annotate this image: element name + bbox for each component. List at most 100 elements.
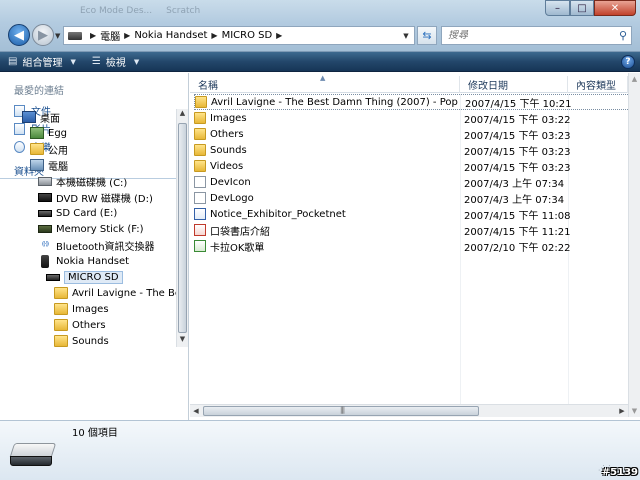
address-bar[interactable]: ▶ 電腦 ▶ Nokia Handset ▶ MICRO SD ▶ ▼ [63,26,415,45]
refresh-button[interactable]: ⇆ [417,26,437,45]
table-row[interactable]: DevIcon 2007/4/3 上午 07:34 [194,174,634,190]
scroll-down-arrow-icon[interactable]: ▼ [629,407,640,415]
scroll-up-arrow-icon[interactable]: ▲ [629,75,640,83]
table-row[interactable]: Images 2007/4/15 下午 03:22 [194,110,634,126]
background-windows: Eco Mode Des... Scratch [80,2,300,20]
folder-icon [194,112,206,124]
organize-icon: ▤ [8,56,18,67]
item-count: 10 個項目 [72,428,118,439]
scroll-left-arrow-icon[interactable]: ◀ [190,405,202,417]
file-modified-date: 2007/4/15 下午 03:23 [464,146,571,158]
table-row[interactable]: Videos 2007/4/15 下午 03:23 [194,158,634,174]
table-row[interactable]: 口袋書店介紹 2007/4/15 下午 11:21 [194,222,634,238]
table-row[interactable]: 卡拉OK歌單 2007/2/10 下午 02:22 [194,238,634,254]
window-controls: – □ ✕ [545,0,636,16]
table-row[interactable]: DevLogo 2007/4/3 上午 07:34 [194,190,634,206]
help-icon: ? [625,57,631,67]
tree-item[interactable]: Others [54,317,106,333]
tree-item-label: Sounds [72,335,109,347]
search-icon[interactable]: ⚲ [619,29,627,42]
tree-item[interactable]: DVD RW 磁碟機 (D:) [38,189,153,205]
file-list-vertical-scrollbar[interactable]: ▲ ▼ [628,73,640,417]
table-row[interactable]: Sounds 2007/4/15 下午 03:23 [194,142,634,158]
column-type[interactable]: 內容類型 [568,76,628,93]
file-modified-date: 2007/4/3 上午 07:34 [464,194,565,206]
back-button[interactable]: ◀ [8,24,30,46]
folder-tree-scrollbar[interactable]: ▲ ▼ [176,109,188,347]
scroll-up-arrow-icon[interactable]: ▲ [177,109,188,121]
tree-item-label: Nokia Handset [56,255,130,267]
scroll-down-arrow-icon[interactable]: ▼ [177,335,188,347]
column-name[interactable]: ▲ 名稱 [190,74,460,93]
tree-item[interactable]: 電腦 [30,157,68,173]
tree-item-label: Egg [48,127,68,139]
file-name: Sounds [210,144,247,156]
tree-item[interactable]: Egg [30,125,67,141]
tree-item[interactable]: Avril Lavigne - The Best [54,285,176,301]
tree-item[interactable]: Memory Stick (F:) [38,221,144,237]
maximize-button[interactable]: □ [570,0,594,16]
minimize-button[interactable]: – [545,0,570,16]
tree-item[interactable]: Sounds [54,333,109,347]
tree-item[interactable]: MICRO SD [46,269,123,285]
table-row[interactable]: Others 2007/4/15 下午 03:23 [194,126,634,142]
chevron-right-icon[interactable]: ▶ [90,31,96,40]
file-name: 卡拉OK歌單 [210,242,265,254]
search-box[interactable]: ⚲ [441,26,632,45]
tree-item[interactable]: 本機磁碟機 (C:) [38,173,127,189]
chevron-right-icon[interactable]: ▶ [124,31,130,40]
file-name-cell: Images [194,112,460,124]
column-label: 修改日期 [468,81,508,92]
tree-item[interactable]: ((·)) Bluetooth資訊交換器 [38,237,155,253]
tree-item-label: Avril Lavigne - The Best [72,287,176,299]
forward-button[interactable]: ▶ [32,24,54,46]
phone-icon [41,254,49,268]
file-name: Videos [210,160,244,172]
breadcrumb-nokia-handset[interactable]: Nokia Handset [134,30,207,41]
address-dropdown[interactable]: ▼ [398,32,414,40]
desktop-icon [22,111,36,123]
drive-top [9,443,57,457]
file-name-cell: 口袋書店介紹 [194,223,460,238]
tree-item-label: Bluetooth資訊交換器 [56,241,155,253]
folder-icon [194,144,206,156]
breadcrumb-micro-sd[interactable]: MICRO SD [222,30,273,41]
drive-body [10,456,52,466]
tree-item[interactable]: SD Card (E:) [38,205,117,221]
scroll-right-arrow-icon[interactable]: ▶ [616,405,628,417]
table-row[interactable]: Avril Lavigne - The Best Damn Thing (200… [194,94,634,110]
user-folder-icon [30,127,44,139]
scroll-grip-icon: ||| [340,406,345,414]
close-button[interactable]: ✕ [594,0,636,16]
column-modified[interactable]: 修改日期 [460,76,568,93]
tree-item-label: 電腦 [48,161,68,173]
file-list: ▲ 名稱 修改日期 內容類型 Avril Lavigne - The Best … [190,73,640,420]
scroll-thumb[interactable] [178,123,187,333]
word-document-icon [194,208,206,220]
tree-item[interactable]: 桌面 [22,109,60,125]
tree-item[interactable]: Images [54,301,109,317]
organize-button[interactable]: ▤ 組合管理 ▼ [0,52,84,72]
recent-pages-dropdown[interactable]: ▼ [55,32,60,40]
file-name: Avril Lavigne - The Best Damn Thing (200… [211,96,458,108]
views-button[interactable]: ☰ 檢視 ▼ [84,52,147,72]
file-modified-date: 2007/4/15 下午 11:21 [464,226,571,238]
chevron-right-icon[interactable]: ▶ [211,31,217,40]
background-tab: Scratch [166,6,201,16]
tree-item[interactable]: Nokia Handset [38,253,129,269]
tree-item[interactable]: 公用 [30,141,68,157]
file-list-horizontal-scrollbar[interactable]: ◀ ||| ▶ [190,404,628,417]
folder-icon [54,287,68,299]
table-row[interactable]: Notice_Exhibitor_Pocketnet 2007/4/15 下午 1… [194,206,634,222]
breadcrumb-computer[interactable]: 電腦 [100,28,120,43]
chevron-right-icon[interactable]: ▶ [276,31,282,40]
details-pane: 10 個項目 ⋰⋰ #5139 [0,420,640,480]
folder-icon [194,160,206,172]
folder-icon [54,303,68,315]
file-name: DevIcon [210,176,251,188]
sort-up-icon: ▲ [320,74,326,82]
file-name-cell: Avril Lavigne - The Best Damn Thing (200… [195,96,461,108]
help-button[interactable]: ? [621,55,635,69]
search-input[interactable] [448,30,608,41]
memory-stick-icon [38,225,52,233]
